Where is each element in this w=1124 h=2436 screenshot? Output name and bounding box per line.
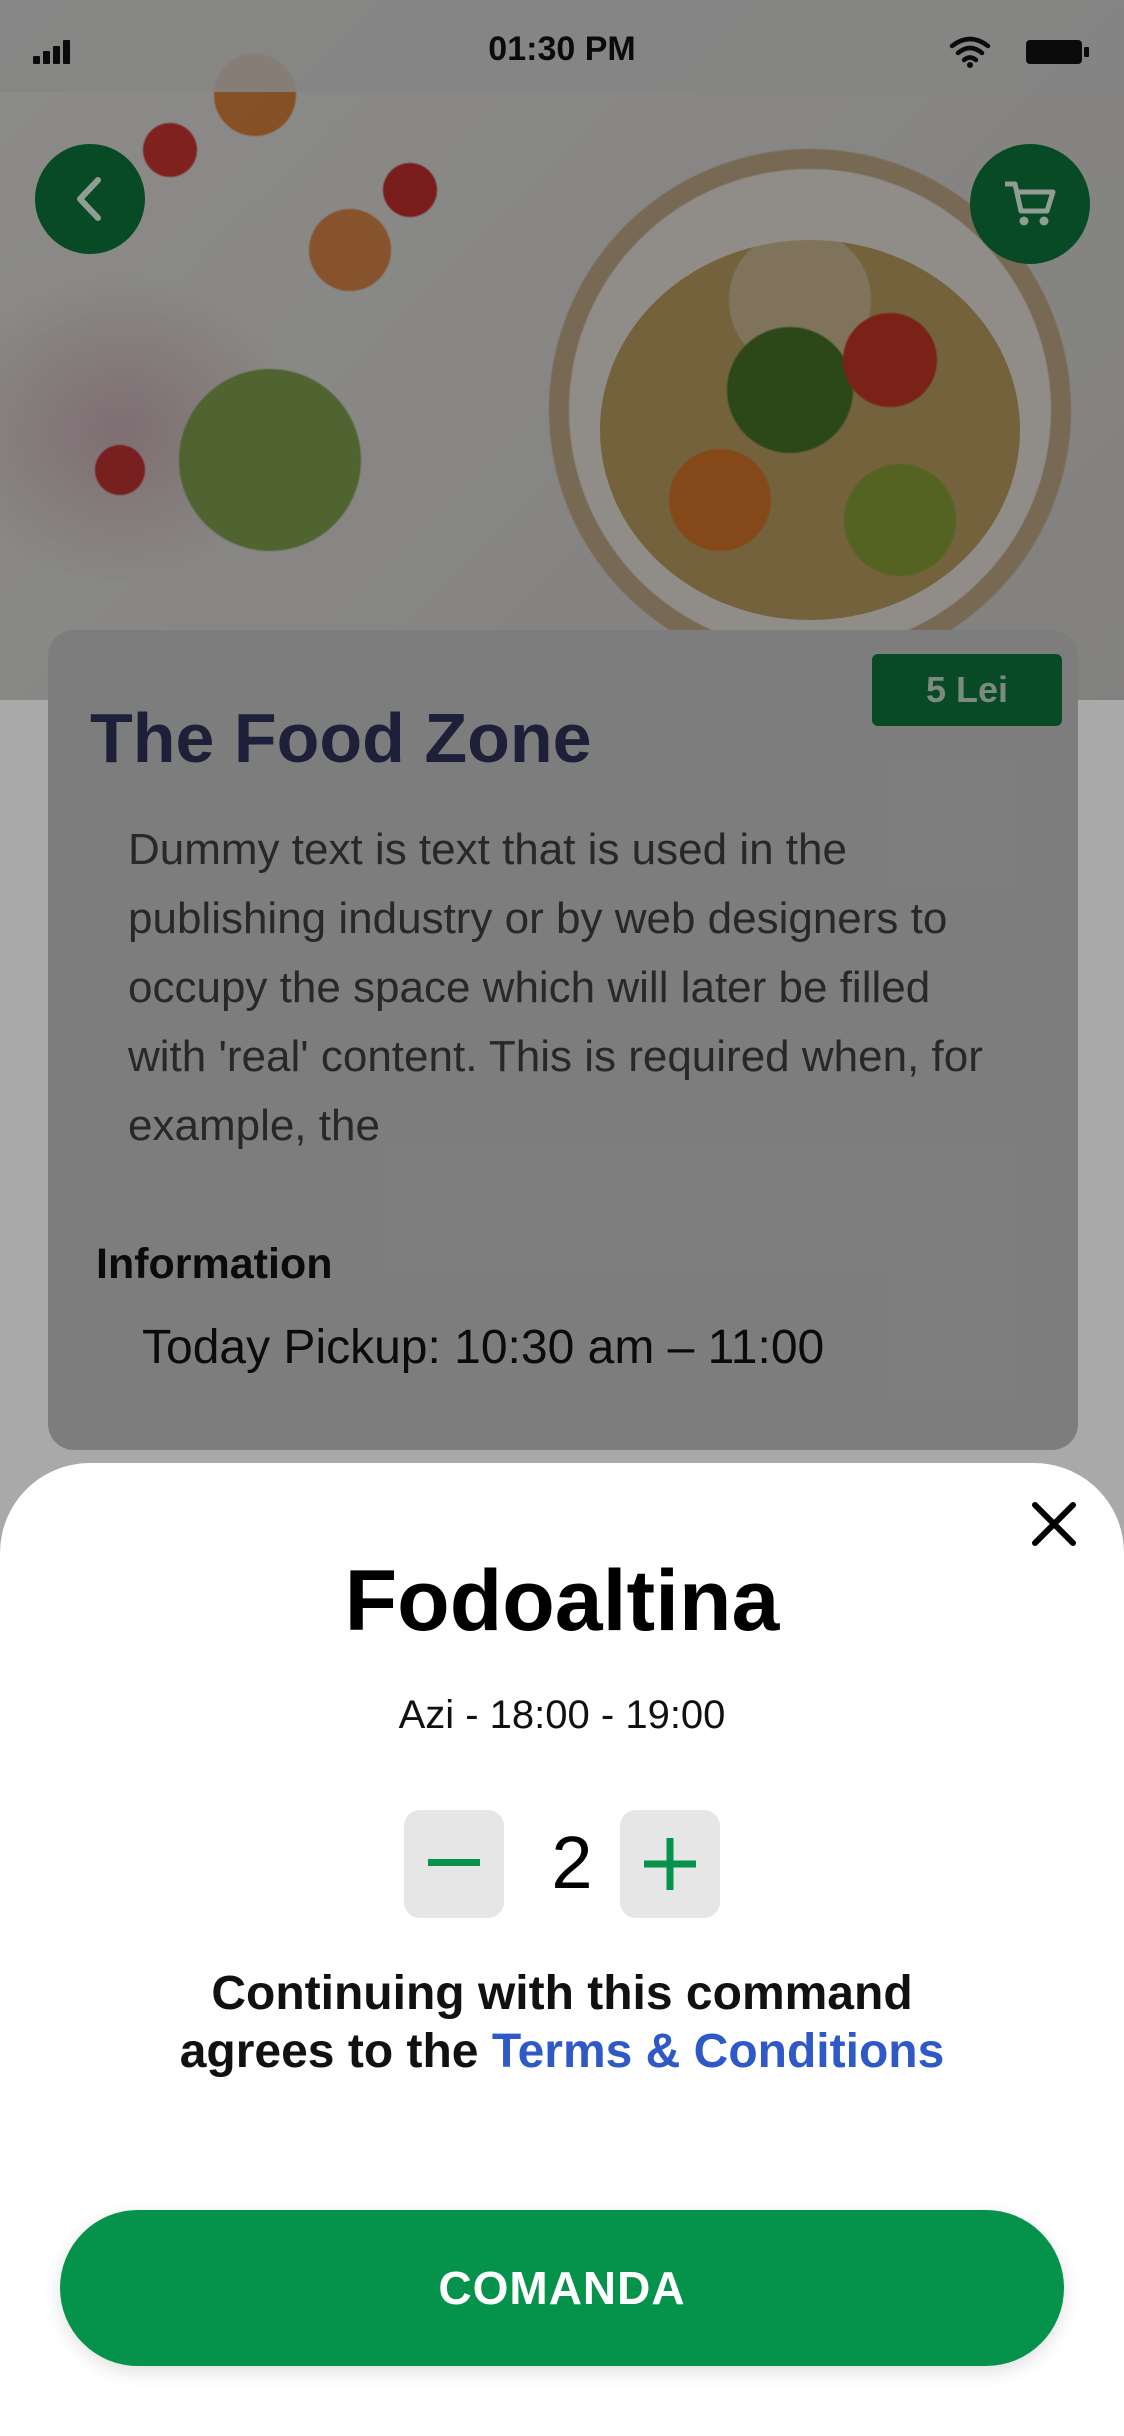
increase-quantity-button[interactable] [620, 1810, 720, 1918]
product-title: Fodoaltina [344, 1553, 780, 1649]
order-button[interactable]: COMANDA [60, 2210, 1064, 2366]
plus-icon [644, 1838, 696, 1890]
quantity-value: 2 [551, 1821, 593, 1904]
close-icon [1032, 1502, 1076, 1546]
screen: 01:30 PM 5 Lei The Food Zone Dummy text … [0, 0, 1124, 2436]
terms-notice: Continuing with this command agrees to t… [0, 1965, 1124, 2081]
decrease-quantity-button[interactable] [404, 1810, 504, 1918]
terms-link[interactable]: Terms & Conditions [492, 2025, 944, 2078]
close-button[interactable] [1020, 1490, 1088, 1558]
pickup-slot: Azi - 18:00 - 19:00 [398, 1693, 726, 1737]
minus-icon [428, 1859, 480, 1866]
